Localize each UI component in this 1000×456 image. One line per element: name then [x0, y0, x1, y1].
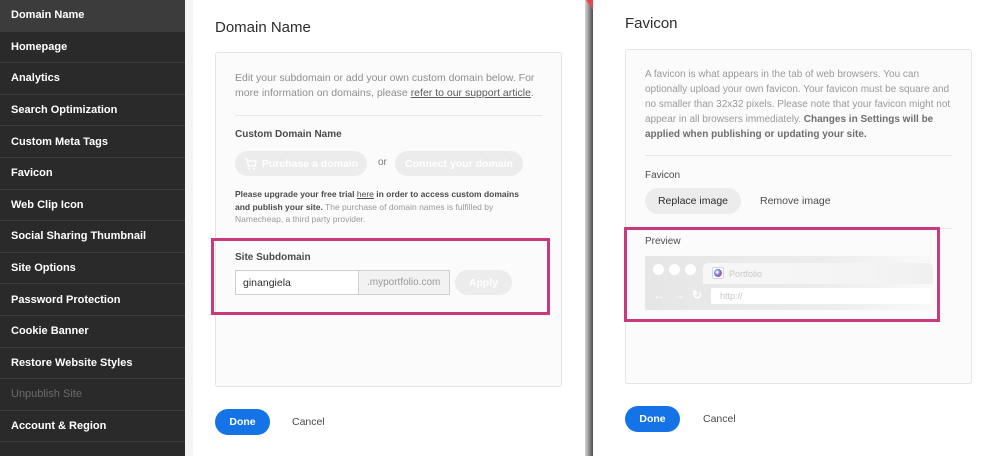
- cancel-button[interactable]: Cancel: [292, 416, 325, 428]
- panel-separator: [585, 0, 593, 456]
- done-button[interactable]: Done: [215, 409, 270, 435]
- url-bar: [711, 288, 933, 304]
- sidebar-item-password-protection[interactable]: Password Protection: [0, 284, 185, 316]
- cart-icon: [244, 157, 257, 169]
- sidebar-item-favicon[interactable]: Favicon: [0, 158, 185, 190]
- favicon-panel: Favicon A favicon is what appears in the…: [593, 0, 1000, 456]
- sidebar-item-site-options[interactable]: Site Options: [0, 253, 185, 285]
- support-article-link[interactable]: refer to our support article: [411, 87, 531, 99]
- favicon-preview-icon: [712, 267, 724, 279]
- custom-domain-label: Custom Domain Name: [235, 129, 342, 140]
- or-text: or: [378, 157, 387, 168]
- subdomain-input[interactable]: ginangiela: [235, 270, 359, 295]
- domain-intro-text: Edit your subdomain or add your own cust…: [235, 72, 535, 99]
- favicon-description: A favicon is what appears in the tab of …: [645, 69, 951, 140]
- connect-domain-button[interactable]: Connect your domain: [395, 151, 523, 176]
- back-arrow-icon: ←: [653, 288, 665, 302]
- sidebar-item-analytics[interactable]: Analytics: [0, 63, 185, 95]
- window-dot: [653, 264, 664, 275]
- sidebar-item-search-optimization[interactable]: Search Optimization: [0, 95, 185, 127]
- reload-icon: ↻: [692, 288, 703, 302]
- sidebar-item-custom-meta-tags[interactable]: Custom Meta Tags: [0, 126, 185, 158]
- sidebar-item-unpublish-site: Unpublish Site: [0, 379, 185, 411]
- page-title: Domain Name: [215, 19, 311, 36]
- page-title: Favicon: [625, 15, 678, 32]
- site-subdomain-label: Site Subdomain: [235, 252, 311, 263]
- divider: [645, 155, 952, 156]
- sidebar-item-account-region[interactable]: Account & Region: [0, 411, 185, 443]
- domain-name-panel: Domain Name Edit your subdomain or add y…: [193, 0, 585, 456]
- sidebar-item-web-clip-icon[interactable]: Web Clip Icon: [0, 190, 185, 222]
- sidebar-item-social-sharing-thumbnail[interactable]: Social Sharing Thumbnail: [0, 221, 185, 253]
- upgrade-note: Please upgrade your free trial here in o…: [235, 189, 519, 224]
- done-button[interactable]: Done: [625, 406, 680, 432]
- corner-marker: [586, 0, 593, 10]
- cancel-button[interactable]: Cancel: [703, 413, 736, 425]
- preview-label: Preview: [645, 236, 681, 247]
- browser-preview: Portfolio ← → ↻ http://: [645, 256, 933, 310]
- window-dot: [669, 264, 680, 275]
- sidebar-item-homepage[interactable]: Homepage: [0, 32, 185, 64]
- purchase-domain-button[interactable]: Purchase a domain: [235, 151, 367, 176]
- divider: [235, 115, 542, 116]
- settings-sidebar: Domain Name Homepage Analytics Search Optim…: [0, 0, 185, 456]
- replace-image-button[interactable]: Replace image: [645, 188, 741, 214]
- upgrade-link[interactable]: here: [357, 189, 374, 199]
- sidebar-item-cookie-banner[interactable]: Cookie Banner: [0, 316, 185, 348]
- panel-gap: [185, 0, 193, 456]
- favicon-label: Favicon: [645, 170, 681, 181]
- apply-button[interactable]: Apply: [455, 270, 512, 295]
- preview-url: http://: [720, 291, 743, 301]
- preview-tab-label: Portfolio: [729, 269, 763, 279]
- subdomain-suffix: .myportfolio.com: [359, 270, 450, 295]
- remove-image-button[interactable]: Remove image: [760, 195, 831, 207]
- window-dot: [685, 264, 696, 275]
- sidebar-item-restore-website-styles[interactable]: Restore Website Styles: [0, 348, 185, 380]
- forward-arrow-icon: →: [673, 288, 685, 302]
- sidebar-item-domain-name[interactable]: Domain Name: [0, 0, 185, 32]
